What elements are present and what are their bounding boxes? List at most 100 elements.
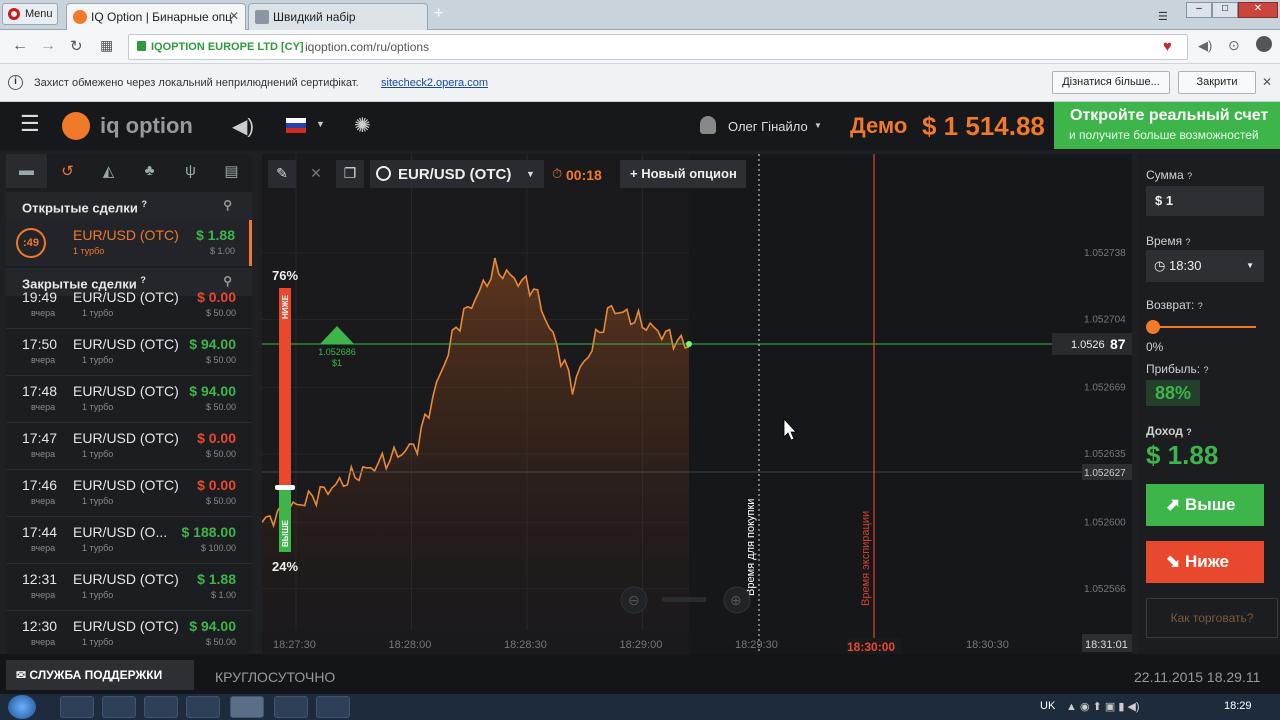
new-tab-button[interactable]: + (434, 5, 443, 23)
help-icon[interactable]: ? (1198, 301, 1203, 311)
return-slider-handle[interactable] (1146, 320, 1160, 334)
how-to-trade-button[interactable]: Как торговать? (1146, 598, 1278, 638)
closed-deal-row[interactable]: 19:49 вчера EUR/USD (OTC) 1 турбо $ 0.00 $ 50… (6, 292, 252, 329)
deals-panel: ▬ ↺ ◭ ♣ ψ ▤ Открытые сделки ? ⚲ :49 EUR/… (6, 154, 252, 654)
x-tick-label: 18:29:30 (735, 639, 778, 651)
infobar-close-button[interactable]: Закрити (1178, 71, 1256, 94)
y-tick-label: 1.052669 (1084, 383, 1126, 394)
return-label-text: Возврат: (1146, 298, 1195, 312)
taskbar-explorer-icon[interactable] (60, 696, 94, 718)
tab-users[interactable]: ♣ (129, 154, 170, 188)
tab-charts[interactable]: ◭ (88, 154, 129, 188)
history-icon: ↺ (61, 163, 74, 180)
volume-icon[interactable]: ◀) (1198, 38, 1212, 54)
tray-icons[interactable]: ▲ ◉ ⬆ ▣ ▮ ◀) (1066, 700, 1140, 713)
window-maximize-button[interactable]: □ (1212, 2, 1238, 18)
taskbar-app7-icon[interactable] (316, 696, 350, 718)
tab-list[interactable]: ▬ (6, 154, 47, 188)
pin-icon[interactable]: ⚲ (223, 198, 232, 212)
url-text[interactable]: iqoption.com/ru/options (305, 40, 429, 54)
higher-button[interactable]: ⬈ Выше (1146, 484, 1264, 526)
support-button[interactable]: ✉ СЛУЖБА ПОДДЕРЖКИ (6, 660, 194, 690)
closed-deal-row[interactable]: 17:48 вчера EUR/USD (OTC) 1 турбо $ 94.00 $ 5… (6, 376, 252, 423)
heart-icon[interactable]: ♥ (1163, 38, 1172, 55)
reload-icon[interactable]: ↻ (70, 37, 83, 55)
chart-canvas[interactable]: 1.052686 $1 Время для покупки Время эксп… (262, 154, 1132, 654)
return-slider-track[interactable] (1152, 326, 1256, 328)
taskbar-app2-icon[interactable] (102, 696, 136, 718)
closed-deal-row[interactable]: 17:50 вчера EUR/USD (OTC) 1 турбо $ 94.00 $ 5… (6, 329, 252, 376)
forward-icon[interactable]: → (40, 37, 56, 55)
amount-input[interactable]: $ 1 (1146, 186, 1264, 216)
site-identity[interactable]: IQOPTION EUROPE LTD [CY] (151, 41, 304, 53)
help-icon[interactable]: ? (1187, 171, 1192, 181)
tab-close-icon[interactable]: ✕ (229, 9, 239, 23)
balance-value[interactable]: $ 1 514.88 (922, 111, 1045, 142)
taskbar-app4-icon[interactable] (186, 696, 220, 718)
help-icon[interactable]: ? (1203, 365, 1208, 375)
tab-iq-option[interactable]: IQ Option | Бинарные опц ✕ (66, 3, 246, 30)
sound-icon[interactable]: ◀) (232, 114, 254, 139)
language-indicator[interactable]: UK (1040, 700, 1055, 712)
address-bar[interactable]: IQOPTION EUROPE LTD [CY] iqoption.com/ru… (128, 34, 1188, 60)
back-icon[interactable]: ← (12, 37, 28, 55)
tab-speed-dial[interactable]: Швидкий набір (248, 3, 428, 30)
closed-deal-row[interactable]: 12:30 вчера EUR/USD (OTC) 1 турбо $ 94.00 $ 5… (6, 611, 252, 654)
panel-scrollbar[interactable] (249, 220, 252, 266)
tab-signals[interactable]: ψ (170, 154, 211, 188)
help-icon[interactable]: ? (1186, 427, 1192, 437)
asset-selector[interactable]: EUR/USD (OTC) ▼ (370, 160, 544, 188)
iq-logo-icon[interactable] (62, 112, 90, 140)
deal-profit: $ 0.00 (197, 292, 236, 305)
taskbar-viber-icon[interactable] (274, 696, 308, 718)
iq-option-app: ☰ iq option ◀) ▼ ✺ Олег Гінайло ▼ Демо $… (0, 102, 1280, 694)
copy-icon[interactable]: ❐ (336, 160, 364, 188)
opera-menu-button[interactable]: Menu (2, 3, 58, 25)
settings-gear-icon[interactable]: ✺ (354, 113, 371, 138)
speed-dial-icon[interactable]: ▦ (100, 37, 113, 54)
user-chevron-icon[interactable]: ▼ (814, 121, 822, 130)
window-close-button[interactable]: ✕ (1238, 2, 1278, 18)
time-select[interactable]: ◷ 18:30 ▼ (1146, 250, 1264, 282)
tab-news[interactable]: ▤ (211, 154, 252, 188)
infobar-link[interactable]: sitecheck2.opera.com (381, 77, 488, 89)
taskbar-app3-icon[interactable] (144, 696, 178, 718)
time-label: Время ? (1146, 234, 1190, 248)
open-real-account-button[interactable]: Откройте реальный счет и получите больше… (1054, 102, 1280, 149)
demo-label[interactable]: Демо (850, 113, 907, 139)
tab-history[interactable]: ↺ (47, 154, 88, 188)
closed-deal-row[interactable]: 17:44 вчера EUR/USD (O... 1 турбо $ 188.00 $ … (6, 517, 252, 564)
app-footer: ✉ СЛУЖБА ПОДДЕРЖКИ КРУГЛОСУТОЧНО 22.11.2… (0, 654, 1280, 694)
new-option-button[interactable]: + Новый опцион (620, 160, 746, 188)
download-icon[interactable]: ⊙ (1228, 37, 1240, 54)
hamburger-menu-icon[interactable]: ☰ (20, 113, 40, 135)
learn-more-button[interactable]: Дізнатися більше... (1052, 71, 1170, 94)
help-icon[interactable]: ? (141, 199, 147, 209)
zoom-slider[interactable] (662, 597, 706, 602)
open-deal-row[interactable]: :49 EUR/USD (OTC) 1 турбо $ 1.88 $ 1.00 (6, 220, 252, 266)
windows-start-icon[interactable] (8, 695, 36, 719)
lower-button[interactable]: ⬊ Ниже (1146, 541, 1264, 583)
pencil-icon[interactable]: ✎ (268, 160, 296, 188)
help-icon[interactable]: ? (1185, 237, 1190, 247)
user-avatar-icon[interactable] (700, 116, 716, 134)
russian-flag-icon[interactable] (286, 118, 306, 133)
logo-text[interactable]: iq option (100, 113, 193, 139)
taskbar-opera-icon[interactable] (230, 696, 264, 718)
taskbar-clock[interactable]: 18:29 (1224, 700, 1252, 712)
username[interactable]: Олег Гінайло (728, 119, 808, 134)
window-minimize-button[interactable]: – (1186, 2, 1212, 18)
deal-timer: :49 (16, 228, 46, 258)
price-chart[interactable]: 1.052686 $1 Время для покупки Время эксп… (262, 154, 1132, 654)
sentiment-slider[interactable] (275, 485, 295, 490)
help-icon[interactable]: ? (140, 275, 146, 285)
tab-menu-icon[interactable]: ☰ (1158, 10, 1168, 23)
closed-deal-row[interactable]: 17:47 вчера EUR/USD (OTC) 1 турбо $ 0.00 $ 50… (6, 423, 252, 470)
delete-icon[interactable]: ✕ (302, 160, 330, 188)
pin-icon[interactable]: ⚲ (223, 274, 232, 288)
closed-deal-row[interactable]: 12:31 вчера EUR/USD (OTC) 1 турбо $ 1.88 $ 1.… (6, 564, 252, 611)
infobar-x-icon[interactable]: ✕ (1262, 75, 1272, 89)
language-chevron-icon[interactable]: ▼ (316, 119, 325, 129)
extension-icon[interactable] (1256, 36, 1272, 52)
closed-deal-row[interactable]: 17:46 вчера EUR/USD (OTC) 1 турбо $ 0.00 $ 50… (6, 470, 252, 517)
